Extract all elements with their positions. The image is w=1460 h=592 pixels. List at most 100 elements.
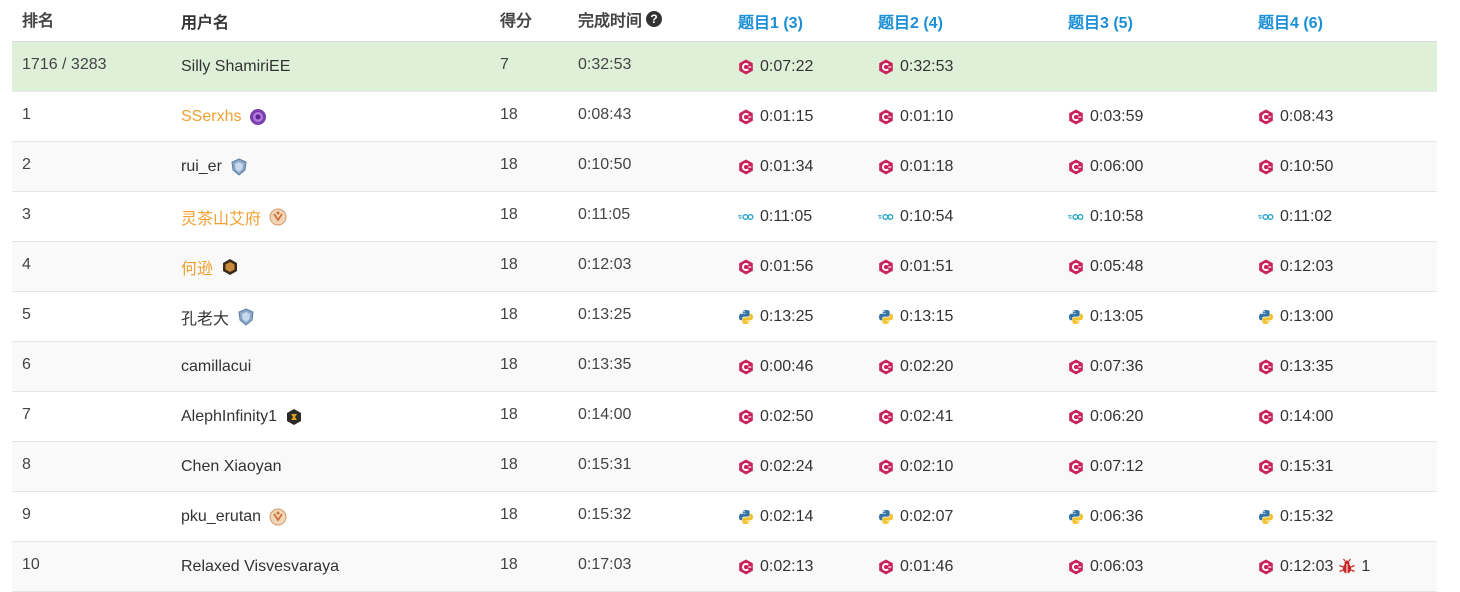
problem-3-result[interactable]: 0:06:00 (1068, 142, 1143, 191)
rank-cell: 2 (22, 155, 31, 173)
finish-time-cell: 0:08:43 (578, 105, 632, 123)
user-cell: Relaxed Visvesvaraya (181, 542, 339, 591)
problem-time: 0:06:00 (1090, 157, 1144, 175)
problem-3-result[interactable]: 0:07:36 (1068, 342, 1143, 391)
problem-2-result[interactable]: 0:02:10 (878, 442, 953, 491)
header-problem-2-link[interactable]: 题目2 (4) (878, 0, 943, 41)
username-link[interactable]: AlephInfinity1 (181, 408, 277, 426)
table-row: 3 灵茶山艾府 18 0:11:05 0:11:05 0:10:54 0:10:58 0:11… (12, 192, 1437, 242)
cpp-icon (738, 159, 754, 175)
cpp-icon (1258, 159, 1274, 175)
problem-1-result[interactable]: 0:02:24 (738, 442, 813, 491)
username-link[interactable]: SSerxhs (181, 108, 241, 126)
problem-1-result[interactable]: 0:07:22 (738, 42, 813, 91)
problem-time: 0:01:46 (900, 557, 954, 575)
cpp-icon (1068, 109, 1084, 125)
problem-time: 0:02:14 (760, 507, 814, 525)
score-cell: 18 (500, 405, 518, 423)
problem-4-result[interactable]: 0:13:35 (1258, 342, 1333, 391)
finish-time-cell: 0:10:50 (578, 155, 632, 173)
problem-4-result[interactable]: 0:15:32 (1258, 492, 1333, 541)
problem-2-result[interactable]: 0:02:07 (878, 492, 953, 541)
header-score: 得分 (500, 12, 533, 30)
score-cell: 18 (500, 205, 518, 223)
table-body: 1716 / 3283 Silly ShamiriEE 7 0:32:53 0:07:2… (0, 42, 1460, 592)
problem-1-result[interactable]: 0:02:13 (738, 542, 813, 591)
problem-2-result[interactable]: 0:10:54 (878, 192, 953, 241)
cpp-icon (1068, 359, 1084, 375)
username-link[interactable]: 灵茶山艾府 (181, 205, 261, 229)
problem-3-result[interactable]: 0:06:36 (1068, 492, 1143, 541)
problem-time: 0:02:50 (760, 407, 814, 425)
problem-2-result[interactable]: 0:01:46 (878, 542, 953, 591)
cpp-icon (878, 159, 894, 175)
username-link[interactable]: Silly ShamiriEE (181, 58, 290, 76)
cpp-icon (738, 409, 754, 425)
problem-1-result[interactable]: 0:11:05 (738, 192, 812, 241)
shield-badge-icon (230, 157, 248, 176)
problem-1-result[interactable]: 0:02:50 (738, 392, 813, 441)
problem-1-result[interactable]: 0:01:56 (738, 242, 813, 291)
problem-1-result[interactable]: 0:02:14 (738, 492, 813, 541)
user-cell: camillacui (181, 342, 251, 391)
problem-1-result[interactable]: 0:01:34 (738, 142, 813, 191)
cpp-icon (1258, 409, 1274, 425)
username-link[interactable]: camillacui (181, 358, 251, 376)
problem-2-result[interactable]: 0:02:20 (878, 342, 953, 391)
problem-2-result[interactable]: 0:01:51 (878, 242, 953, 291)
problem-4-result[interactable]: 0:12:03 1 (1258, 542, 1370, 591)
header-problem-3-link[interactable]: 题目3 (5) (1068, 0, 1133, 41)
problem-3-result[interactable]: 0:05:48 (1068, 242, 1143, 291)
problem-4-result[interactable]: 0:14:00 (1258, 392, 1333, 441)
problem-time: 0:07:22 (760, 57, 814, 75)
problem-time: 0:01:10 (900, 107, 954, 125)
problem-2-result[interactable]: 0:01:18 (878, 142, 953, 191)
problem-time: 0:06:03 (1090, 557, 1144, 575)
table-row: 4 何逊 18 0:12:03 0:01:56 0:01:51 0:05:48 0:12:03 (12, 242, 1437, 292)
user-cell: 灵茶山艾府 (181, 192, 287, 241)
problem-3-result[interactable]: 0:03:59 (1068, 92, 1143, 141)
problem-1-result[interactable]: 0:00:46 (738, 342, 813, 391)
username-link[interactable]: 孔老大 (181, 305, 229, 329)
problem-2-result[interactable]: 0:32:53 (878, 42, 953, 91)
python-icon (878, 309, 894, 325)
problem-2-result[interactable]: 0:13:15 (878, 292, 953, 341)
username-link[interactable]: rui_er (181, 158, 222, 176)
problem-3-result[interactable]: 0:06:03 (1068, 542, 1143, 591)
problem-time: 0:02:24 (760, 457, 814, 475)
problem-time: 0:13:00 (1280, 307, 1334, 325)
username-link[interactable]: Chen Xiaoyan (181, 458, 282, 476)
problem-4-result[interactable]: 0:12:03 (1258, 242, 1333, 291)
problem-time: 0:02:07 (900, 507, 954, 525)
problem-4-result[interactable]: 0:08:43 (1258, 92, 1333, 141)
cpp-icon (878, 109, 894, 125)
problem-3-result[interactable]: 0:06:20 (1068, 392, 1143, 441)
wrong-attempts-count: 1 (1361, 557, 1371, 575)
problem-3-result[interactable]: 0:13:05 (1068, 292, 1143, 341)
python-icon (878, 509, 894, 525)
score-cell: 18 (500, 155, 518, 173)
problem-time: 0:01:56 (760, 257, 814, 275)
problem-4-result[interactable]: 0:15:31 (1258, 442, 1333, 491)
problem-2-result[interactable]: 0:02:41 (878, 392, 953, 441)
username-link[interactable]: pku_erutan (181, 508, 261, 526)
problem-1-result[interactable]: 0:01:15 (738, 92, 813, 141)
dark-hexagon-badge-icon (285, 408, 303, 426)
score-cell: 7 (500, 55, 509, 73)
problem-4-result[interactable]: 0:11:02 (1258, 192, 1332, 241)
problem-2-result[interactable]: 0:01:10 (878, 92, 953, 141)
finish-time-cell: 0:13:25 (578, 305, 632, 323)
problem-4-result[interactable]: 0:13:00 (1258, 292, 1333, 341)
username-link[interactable]: Relaxed Visvesvaraya (181, 558, 339, 576)
problem-3-result[interactable]: 0:10:58 (1068, 192, 1143, 241)
problem-4-result[interactable]: 0:10:50 (1258, 142, 1333, 191)
header-problem-4-link[interactable]: 题目4 (6) (1258, 0, 1323, 41)
problem-time: 0:01:15 (760, 107, 814, 125)
username-link[interactable]: 何逊 (181, 255, 213, 279)
score-cell: 18 (500, 355, 518, 373)
problem-1-result[interactable]: 0:13:25 (738, 292, 813, 341)
question-circle-icon[interactable]: ? (646, 10, 663, 27)
problem-3-result[interactable]: 0:07:12 (1068, 442, 1143, 491)
header-problem-1-link[interactable]: 题目1 (3) (738, 0, 803, 41)
user-cell: Chen Xiaoyan (181, 442, 282, 491)
